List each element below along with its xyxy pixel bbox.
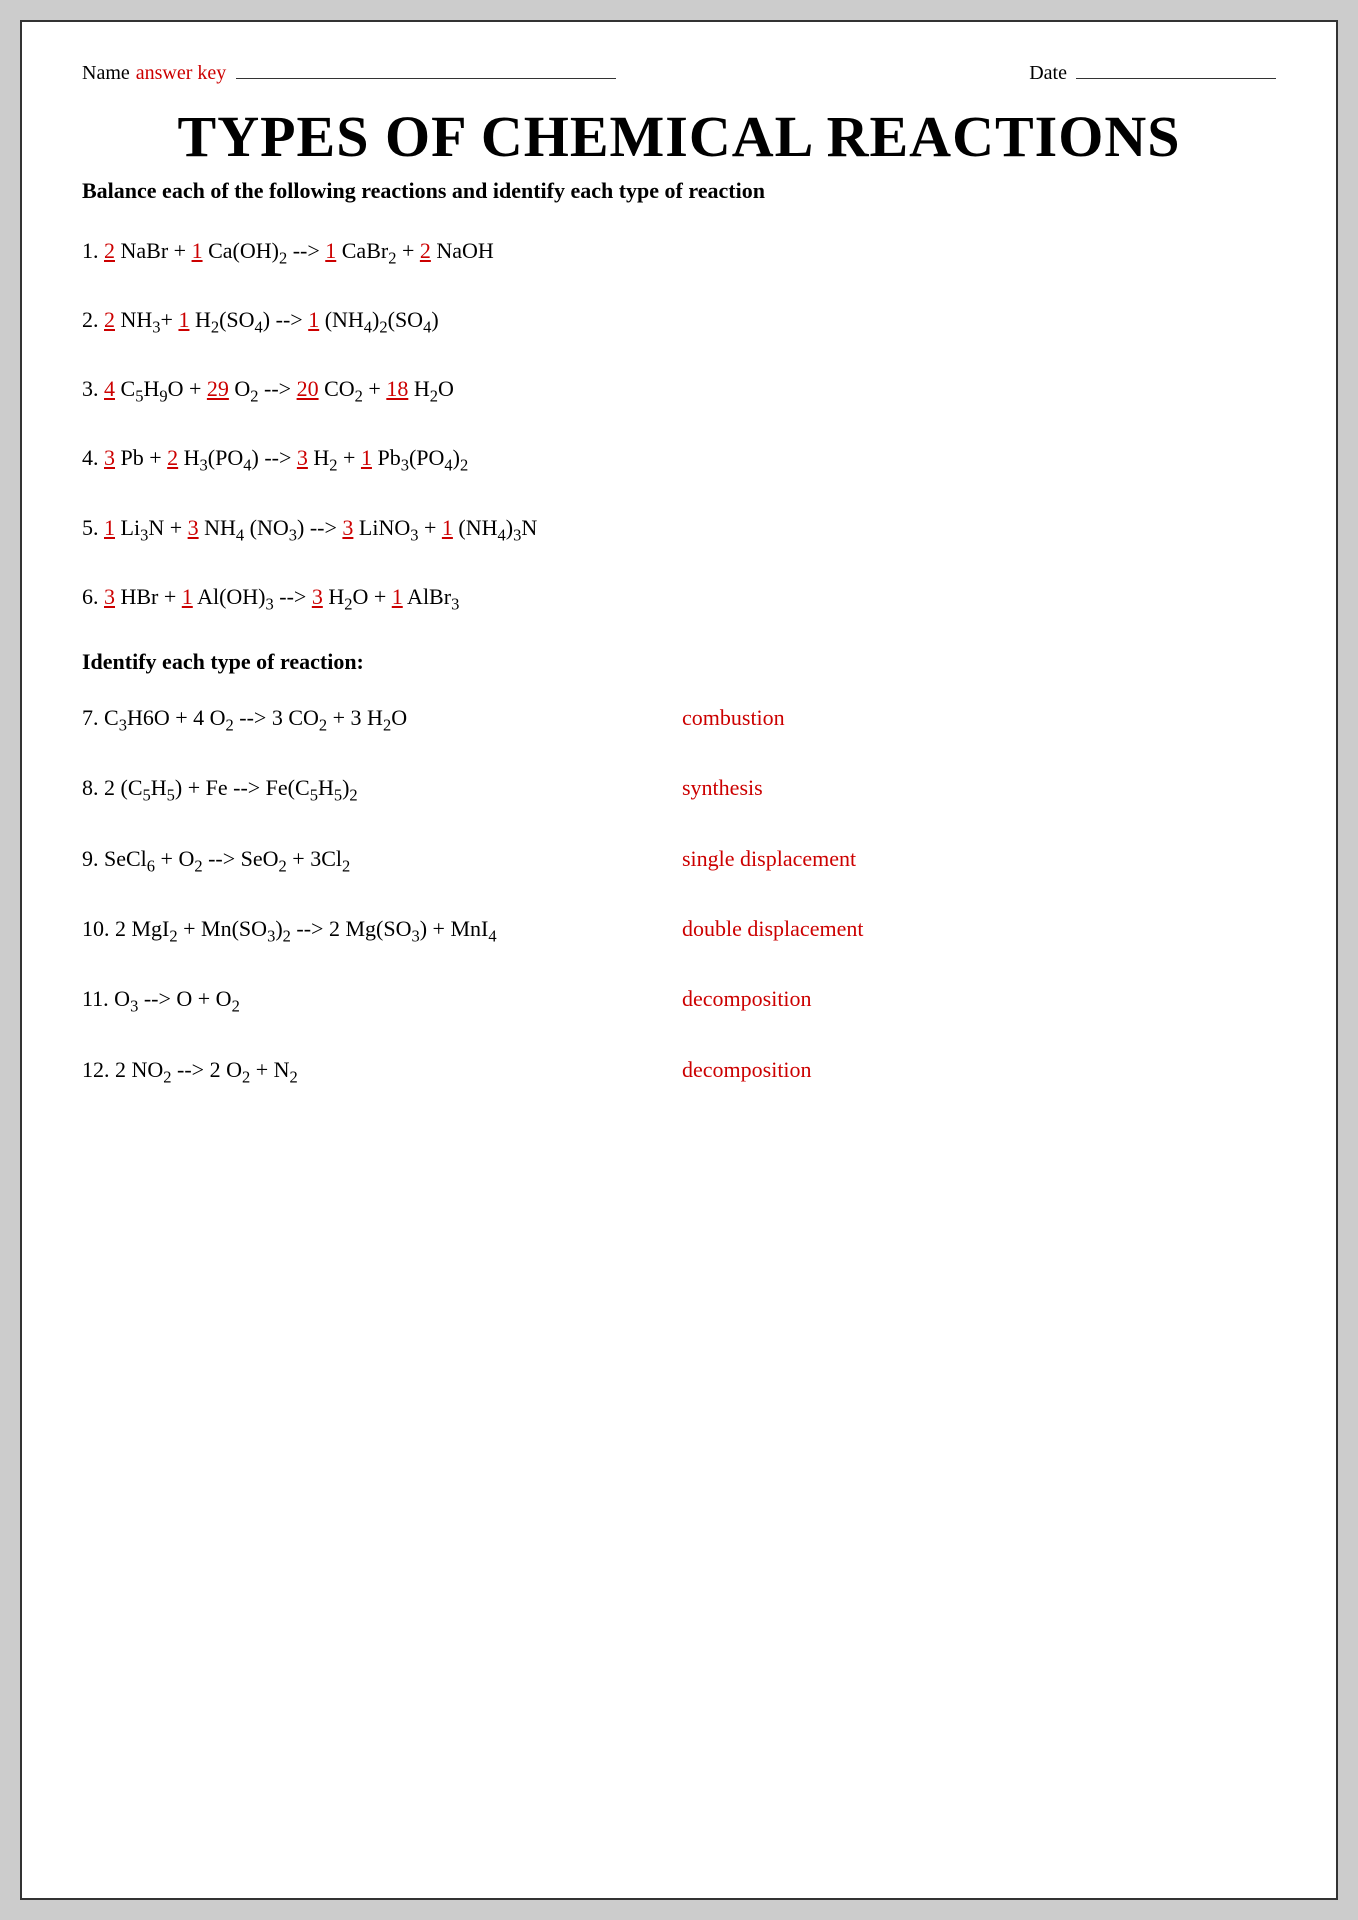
reaction-5: 5. 1 Li3N + 3 NH4 (NO3) --> 3 LiNO3 + 1 … bbox=[82, 511, 1276, 548]
identify-header: Identify each type of reaction: bbox=[82, 649, 1276, 675]
date-label: Date bbox=[1029, 62, 1067, 84]
reaction-type-7: combustion bbox=[682, 705, 785, 731]
equation-8: 8. 2 (C5H5) + Fe --> Fe(C5H5)2 bbox=[82, 775, 642, 805]
reaction-type-10: double displacement bbox=[682, 916, 863, 942]
identify-reaction-7: 7. C3H6O + 4 O2 --> 3 CO2 + 3 H2O combus… bbox=[82, 705, 1276, 735]
equation-10: 10. 2 MgI2 + Mn(SO3)2 --> 2 Mg(SO3) + Mn… bbox=[82, 916, 642, 946]
identify-reaction-9: 9. SeCl6 + O2 --> SeO2 + 3Cl2 single dis… bbox=[82, 846, 1276, 876]
reaction-type-9: single displacement bbox=[682, 846, 856, 872]
identify-reaction-11: 11. O3 --> O + O2 decomposition bbox=[82, 986, 1276, 1016]
answer-key-text: answer key bbox=[136, 62, 227, 85]
identify-reaction-12: 12. 2 NO2 --> 2 O2 + N2 decomposition bbox=[82, 1057, 1276, 1087]
equation-7: 7. C3H6O + 4 O2 --> 3 CO2 + 3 H2O bbox=[82, 705, 642, 735]
equation-9: 9. SeCl6 + O2 --> SeO2 + 3Cl2 bbox=[82, 846, 642, 876]
reaction-type-12: decomposition bbox=[682, 1057, 812, 1083]
identify-reaction-8: 8. 2 (C5H5) + Fe --> Fe(C5H5)2 synthesis bbox=[82, 775, 1276, 805]
reaction-6: 6. 3 HBr + 1 Al(OH)3 --> 3 H2O + 1 AlBr3 bbox=[82, 580, 1276, 617]
main-title: TYPES OF CHEMICAL REACTIONS bbox=[82, 103, 1276, 170]
reaction-3: 3. 4 C5H9O + 29 O2 --> 20 CO2 + 18 H2O bbox=[82, 372, 1276, 409]
header: Name answer key Date bbox=[82, 62, 1276, 85]
reaction-2: 2. 2 NH3+ 1 H2(SO4) --> 1 (NH4)2(SO4) bbox=[82, 303, 1276, 340]
reaction-type-8: synthesis bbox=[682, 775, 763, 801]
name-section: Name answer key bbox=[82, 62, 616, 85]
name-label: Name bbox=[82, 62, 130, 85]
page: Name answer key Date TYPES OF CHEMICAL R… bbox=[20, 20, 1338, 1900]
equation-11: 11. O3 --> O + O2 bbox=[82, 986, 642, 1016]
reaction-4: 4. 3 Pb + 2 H3(PO4) --> 3 H2 + 1 Pb3(PO4… bbox=[82, 441, 1276, 478]
reaction-1: 1. 2 NaBr + 1 Ca(OH)2 --> 1 CaBr2 + 2 Na… bbox=[82, 234, 1276, 271]
equation-12: 12. 2 NO2 --> 2 O2 + N2 bbox=[82, 1057, 642, 1087]
date-underline bbox=[1076, 78, 1276, 79]
name-underline bbox=[236, 78, 616, 79]
date-section: Date bbox=[1029, 62, 1276, 85]
reaction-type-11: decomposition bbox=[682, 986, 812, 1012]
identify-reaction-10: 10. 2 MgI2 + Mn(SO3)2 --> 2 Mg(SO3) + Mn… bbox=[82, 916, 1276, 946]
subtitle: Balance each of the following reactions … bbox=[82, 178, 1276, 204]
